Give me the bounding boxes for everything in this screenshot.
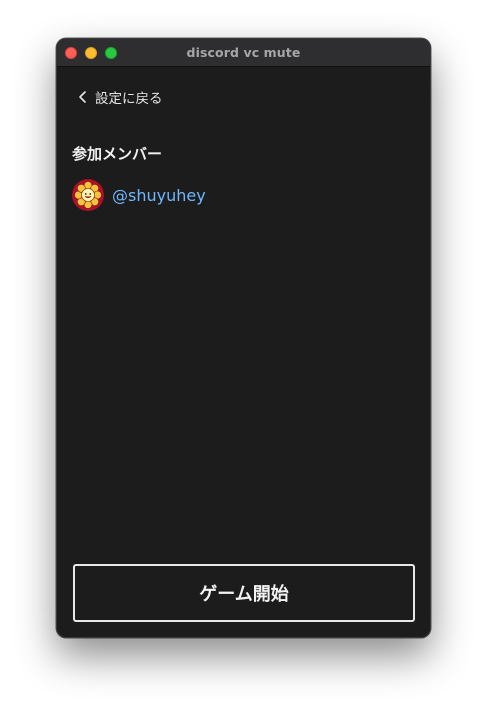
back-to-settings-link[interactable]: 設定に戻る (77, 87, 163, 107)
back-label: 設定に戻る (95, 91, 163, 107)
member-list-item: @shuyuhey (72, 179, 206, 211)
title-bar: discord vc mute (57, 39, 430, 67)
start-game-button[interactable]: ゲーム開始 (73, 564, 415, 622)
app-window: discord vc mute 設定に戻る 参加メンバー @shuyuhey ゲ… (56, 38, 431, 638)
avatar (72, 179, 104, 211)
window-title: discord vc mute (186, 45, 301, 60)
member-name: @shuyuhey (112, 185, 206, 205)
flower-avatar-icon (72, 179, 104, 211)
members-heading: 参加メンバー (72, 145, 163, 163)
chevron-left-icon (79, 91, 86, 103)
